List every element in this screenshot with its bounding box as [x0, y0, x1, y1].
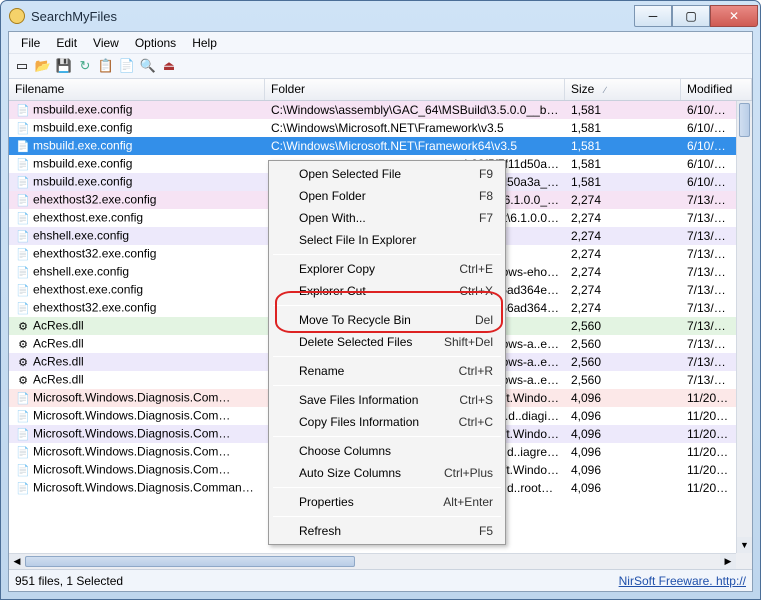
context-menu-item[interactable]: Move To Recycle BinDel [271, 309, 503, 331]
menu-view[interactable]: View [85, 34, 127, 52]
context-menu-item[interactable]: Auto Size ColumnsCtrl+Plus [271, 462, 503, 484]
file-icon: ⚙ [15, 336, 31, 352]
titlebar[interactable]: SearchMyFiles ─ ▢ ✕ [1, 1, 760, 31]
menu-separator [273, 356, 501, 357]
scroll-left-icon[interactable]: ◀ [9, 554, 25, 569]
context-menu-item[interactable]: Copy Files InformationCtrl+C [271, 411, 503, 433]
context-menu-item[interactable]: Explorer CutCtrl+X [271, 280, 503, 302]
horizontal-scrollbar[interactable]: ◀ ▶ [9, 553, 736, 569]
file-icon: ⚙ [15, 354, 31, 370]
menu-separator [273, 254, 501, 255]
toolbar-refresh-icon[interactable]: ↻ [76, 57, 94, 75]
toolbar-save-icon[interactable]: 💾 [55, 57, 73, 75]
menu-help[interactable]: Help [184, 34, 225, 52]
file-icon: 📄 [15, 426, 31, 442]
menu-separator [273, 516, 501, 517]
file-icon: 📄 [15, 408, 31, 424]
file-icon: 📄 [15, 300, 31, 316]
close-button[interactable]: ✕ [710, 5, 758, 27]
context-menu-item[interactable]: RefreshF5 [271, 520, 503, 542]
context-menu-item[interactable]: Open With...F7 [271, 207, 503, 229]
file-icon: 📄 [15, 480, 31, 496]
file-icon: ⚙ [15, 318, 31, 334]
context-menu-item[interactable]: RenameCtrl+R [271, 360, 503, 382]
app-window: SearchMyFiles ─ ▢ ✕ File Edit View Optio… [0, 0, 761, 600]
file-icon: 📄 [15, 444, 31, 460]
status-bar: 951 files, 1 Selected NirSoft Freeware. … [9, 569, 752, 591]
menubar: File Edit View Options Help [9, 32, 752, 53]
file-icon: 📄 [15, 156, 31, 172]
toolbar-exit-icon[interactable]: ⏏ [160, 57, 178, 75]
col-size[interactable]: Size ∕ [565, 79, 681, 100]
status-link[interactable]: NirSoft Freeware. http:// [619, 574, 746, 588]
vscroll-thumb[interactable] [739, 103, 750, 137]
context-menu-item[interactable]: Open Selected FileF9 [271, 163, 503, 185]
menu-edit[interactable]: Edit [48, 34, 85, 52]
menu-file[interactable]: File [13, 34, 48, 52]
minimize-button[interactable]: ─ [634, 5, 672, 27]
toolbar-new-icon[interactable]: ▭ [13, 57, 31, 75]
menu-separator [273, 385, 501, 386]
context-menu-item[interactable]: Choose Columns [271, 440, 503, 462]
col-filename[interactable]: Filename [9, 79, 265, 100]
file-icon: 📄 [15, 210, 31, 226]
file-icon: 📄 [15, 174, 31, 190]
app-icon [9, 8, 25, 24]
file-icon: 📄 [15, 138, 31, 154]
vertical-scrollbar[interactable]: ▲ ▼ [736, 101, 752, 553]
context-menu-item[interactable]: Select File In Explorer [271, 229, 503, 251]
menu-options[interactable]: Options [127, 34, 184, 52]
context-menu: Open Selected FileF9Open FolderF8Open Wi… [268, 160, 506, 545]
status-text: 951 files, 1 Selected [15, 574, 123, 588]
file-icon: 📄 [15, 120, 31, 136]
file-icon: 📄 [15, 246, 31, 262]
file-icon: 📄 [15, 462, 31, 478]
toolbar: ▭ 📂 💾 ↻ 📋 📄 🔍 ⏏ [9, 53, 752, 79]
col-modified[interactable]: Modified [681, 79, 752, 100]
context-menu-item[interactable]: Explorer CopyCtrl+E [271, 258, 503, 280]
context-menu-item[interactable]: PropertiesAlt+Enter [271, 491, 503, 513]
hscroll-thumb[interactable] [25, 556, 355, 567]
toolbar-copy-icon[interactable]: 📋 [97, 57, 115, 75]
file-icon: 📄 [15, 228, 31, 244]
col-folder[interactable]: Folder [265, 79, 565, 100]
menu-separator [273, 305, 501, 306]
column-headers: Filename Folder Size ∕ Modified [9, 79, 752, 101]
scroll-down-icon[interactable]: ▼ [737, 537, 752, 553]
table-row[interactable]: 📄msbuild.exe.configC:\Windows\Microsoft.… [9, 119, 736, 137]
file-icon: 📄 [15, 264, 31, 280]
file-icon: 📄 [15, 390, 31, 406]
file-icon: 📄 [15, 192, 31, 208]
window-title: SearchMyFiles [31, 9, 117, 24]
file-icon: 📄 [15, 102, 31, 118]
file-icon: ⚙ [15, 372, 31, 388]
table-row[interactable]: 📄msbuild.exe.configC:\Windows\Microsoft.… [9, 137, 736, 155]
table-row[interactable]: 📄msbuild.exe.configC:\Windows\assembly\G… [9, 101, 736, 119]
toolbar-properties-icon[interactable]: 📄 [118, 57, 136, 75]
file-icon: 📄 [15, 282, 31, 298]
context-menu-item[interactable]: Delete Selected FilesShift+Del [271, 331, 503, 353]
menu-separator [273, 487, 501, 488]
toolbar-find-icon[interactable]: 🔍 [139, 57, 157, 75]
context-menu-item[interactable]: Open FolderF8 [271, 185, 503, 207]
maximize-button[interactable]: ▢ [672, 5, 710, 27]
menu-separator [273, 436, 501, 437]
scroll-right-icon[interactable]: ▶ [720, 554, 736, 569]
context-menu-item[interactable]: Save Files InformationCtrl+S [271, 389, 503, 411]
toolbar-open-icon[interactable]: 📂 [34, 57, 52, 75]
